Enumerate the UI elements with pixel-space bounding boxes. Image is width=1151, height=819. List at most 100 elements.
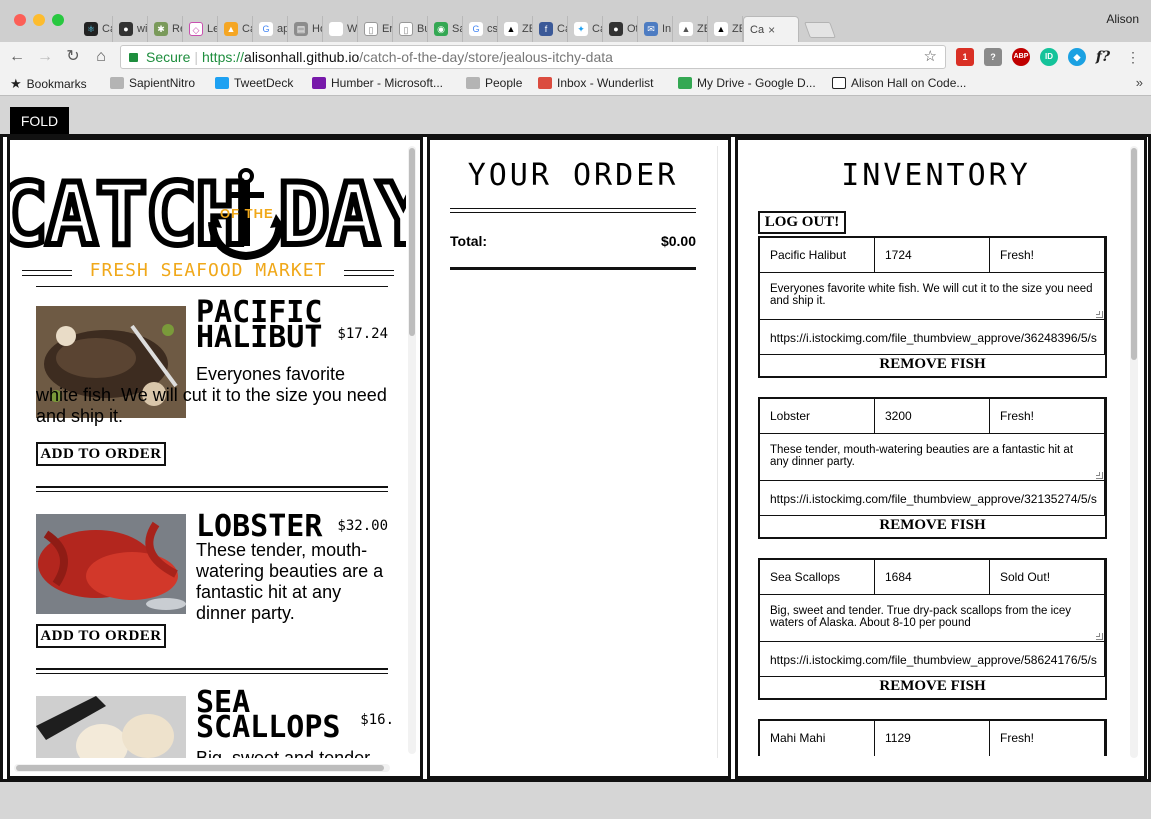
browser-tab[interactable]: ⚛Ca <box>78 16 113 42</box>
address-bar[interactable]: Secure | https://alisonhall.github.io/catc… <box>120 45 946 69</box>
browser-tab[interactable]: W <box>323 16 358 42</box>
logout-button[interactable]: LOG OUT! <box>758 211 846 234</box>
browser-tab[interactable]: ◉Sa <box>428 16 463 42</box>
fish-price-input[interactable]: 1129 <box>875 721 990 756</box>
browser-tab[interactable]: Gcs <box>463 16 498 42</box>
browser-tab[interactable]: ▲ZE <box>708 16 743 42</box>
fish-image-input[interactable]: https://i.istockimg.com/file_thumbview_a… <box>760 481 1105 516</box>
browser-tab[interactable]: ▲Ca <box>218 16 253 42</box>
add-to-order-button[interactable]: ADD TO ORDER <box>36 442 166 466</box>
remove-fish-button[interactable]: REMOVE FISH <box>760 516 1105 537</box>
fish-name-input[interactable]: Pacific Halibut <box>760 238 875 272</box>
menu-divider <box>36 486 388 492</box>
fish-status-select[interactable]: Fresh! <box>990 721 1105 756</box>
browser-tab[interactable]: fCa <box>533 16 568 42</box>
unknown-extension-icon[interactable]: ? <box>984 48 1002 66</box>
whatfont-icon[interactable]: f? <box>1094 48 1112 66</box>
browser-tab[interactable]: ▤Ho <box>288 16 323 42</box>
bookmark-item[interactable]: Humber - Microsoft... <box>312 76 443 90</box>
browser-tab[interactable]: ✱Re <box>148 16 183 42</box>
scrollbar-thumb[interactable] <box>16 765 384 771</box>
window-maximize-button[interactable] <box>52 14 64 26</box>
browser-tab[interactable]: ▯ Er <box>358 16 393 42</box>
remove-fish-button[interactable]: REMOVE FISH <box>760 677 1105 698</box>
window-minimize-button[interactable] <box>33 14 45 26</box>
document-icon: ▯ <box>399 22 413 36</box>
browser-tab[interactable]: ● Ot <box>603 16 638 42</box>
fish-name-input[interactable]: Mahi Mahi <box>760 721 875 756</box>
bookmarks-overflow-icon[interactable]: » <box>1136 75 1143 90</box>
new-tab-button[interactable] <box>804 22 836 38</box>
fish-price-input[interactable]: 1724 <box>875 238 990 272</box>
resize-grip-icon[interactable] <box>1096 311 1103 318</box>
url-separator: | <box>194 49 198 65</box>
firebase-icon: ▲ <box>224 22 238 36</box>
menu-fish-item: SEA SCALLOPS $16. Big, sweet and tender <box>36 688 394 758</box>
browser-tab[interactable]: Gap <box>253 16 288 42</box>
apple-icon <box>329 22 343 36</box>
bookmark-item[interactable]: ★ Bookmarks <box>10 76 87 92</box>
inventory-fish-form: Sea Scallops 1684 Sold Out! Big, sweet a… <box>758 558 1107 700</box>
fish-desc-textarea[interactable]: Big, sweet and tender. True dry-pack sca… <box>760 595 1105 642</box>
fish-name-input[interactable]: Lobster <box>760 399 875 433</box>
browser-tab[interactable]: ◇Le <box>183 16 218 42</box>
close-tab-icon[interactable]: × <box>768 23 775 37</box>
browser-tab[interactable]: ▲ZE <box>498 16 533 42</box>
browser-tab[interactable]: ▲ZE <box>673 16 708 42</box>
resize-grip-icon[interactable] <box>1096 633 1103 640</box>
bookmark-item[interactable]: Alison Hall on Code... <box>832 76 966 90</box>
window-close-button[interactable] <box>14 14 26 26</box>
adblock-plus-icon[interactable]: ABP <box>1012 48 1030 66</box>
fish-status-select[interactable]: Fresh! <box>990 238 1105 272</box>
browser-tab[interactable]: ✉ In <box>638 16 673 42</box>
inventory-vertical-scrollbar[interactable] <box>1130 146 1138 758</box>
back-arrow-icon[interactable]: ← <box>6 46 28 68</box>
remove-fish-button[interactable]: REMOVE FISH <box>760 355 1105 376</box>
profile-button[interactable]: Alison <box>1106 12 1139 26</box>
reload-icon[interactable]: ↻ <box>62 46 84 68</box>
bookmark-folder[interactable]: People <box>466 76 522 90</box>
grammarly-icon[interactable]: ID <box>1040 48 1058 66</box>
menu-fish-item: PACIFIC HALIBUT $17.24 Everyones favorit… <box>36 298 388 466</box>
browser-tab[interactable]: ▯Bu <box>393 16 428 42</box>
document-icon: ▯ <box>364 22 378 36</box>
fish-price-input[interactable]: 1684 <box>875 560 990 594</box>
bookmark-item[interactable]: TweetDeck <box>215 76 293 90</box>
bookmarks-bar: ★ Bookmarks SapientNitro TweetDeck Humber… <box>0 72 1151 96</box>
bookmark-item[interactable]: Inbox - Wunderlist <box>538 76 654 90</box>
menu-vertical-scrollbar[interactable] <box>408 146 416 754</box>
browser-toolbar: ← → ↻ ⌂ Secure | https://alisonhall.github… <box>0 42 1151 72</box>
fish-image-input[interactable]: https://i.istockimg.com/file_thumbview_a… <box>760 642 1105 677</box>
forward-arrow-icon[interactable]: → <box>34 46 56 68</box>
gmail-extension-icon[interactable]: 1 <box>956 48 974 66</box>
menu-horizontal-scrollbar[interactable] <box>14 764 390 772</box>
inventory-fish-form: Lobster 3200 Fresh! These tender, mouth-… <box>758 397 1107 539</box>
browser-tab[interactable]: ● wi <box>113 16 148 42</box>
fish-status-select[interactable]: Sold Out! <box>990 560 1105 594</box>
total-label: Total: <box>450 233 488 249</box>
fish-image-input[interactable]: https://i.istockimg.com/file_thumbview_a… <box>760 320 1105 355</box>
fish-status-select[interactable]: Fresh! <box>990 399 1105 433</box>
home-icon[interactable]: ⌂ <box>90 46 112 68</box>
url-host: alisonhall.github.io <box>244 49 360 65</box>
fold-button[interactable]: FOLD <box>10 107 69 135</box>
google-drive-icon <box>678 77 692 89</box>
scrollbar-thumb[interactable] <box>1131 148 1137 360</box>
resize-grip-icon[interactable] <box>1096 472 1103 479</box>
bookmark-item[interactable]: My Drive - Google D... <box>678 76 816 90</box>
scrollbar-thumb[interactable] <box>409 148 415 336</box>
add-to-order-button[interactable]: ADD TO ORDER <box>36 624 166 648</box>
order-total-row: Total: $0.00 <box>450 233 696 249</box>
fish-desc-textarea[interactable]: These tender, mouth-watering beauties ar… <box>760 434 1105 481</box>
inventory-panel: INVENTORY LOG OUT! Pacific Halibut 1724 … <box>735 137 1147 779</box>
bookmark-star-icon[interactable]: ☆ <box>924 46 937 68</box>
bookmark-folder[interactable]: SapientNitro <box>110 76 195 90</box>
extension-icon[interactable]: ◆ <box>1068 48 1086 66</box>
fish-name-input[interactable]: Sea Scallops <box>760 560 875 594</box>
menu-kebab-icon[interactable]: ⋮ <box>1122 46 1144 68</box>
browser-tab-active[interactable]: Ca × <box>743 16 799 42</box>
browser-tab[interactable]: ✦Ca <box>568 16 603 42</box>
fish-price-input[interactable]: 3200 <box>875 399 990 433</box>
tweetdeck-icon <box>215 77 229 89</box>
fish-desc-textarea[interactable]: Everyones favorite white fish. We will c… <box>760 273 1105 320</box>
